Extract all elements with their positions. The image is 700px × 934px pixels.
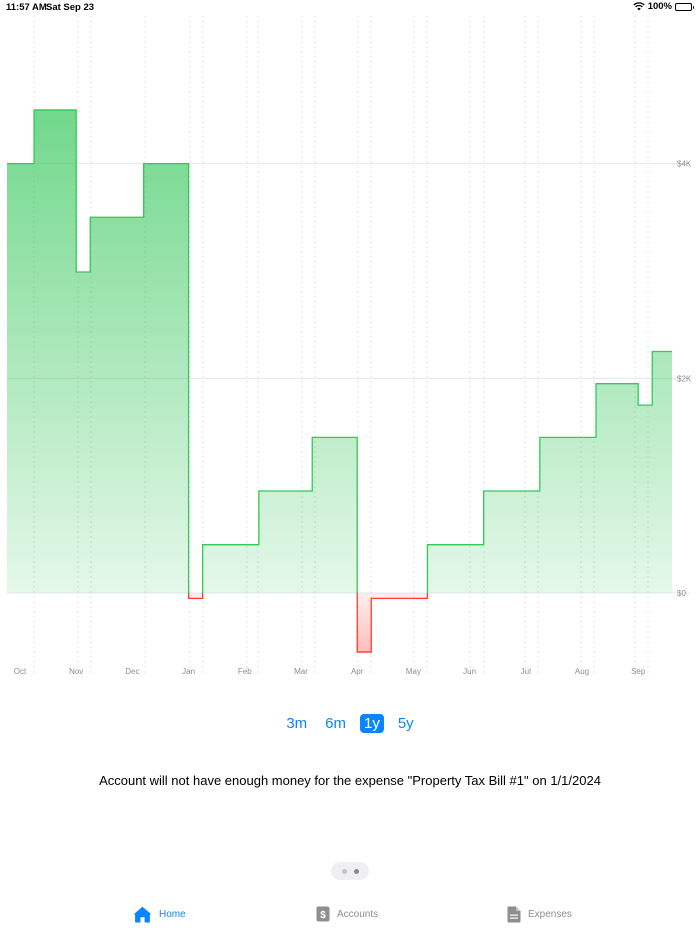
y-axis-labels: $4K $2K $0 — [677, 160, 692, 598]
x-tick-label: Feb — [238, 667, 252, 676]
balance-chart: $4K $2K $0 Oct Nov Dec Jan Feb Mar Apr May Jun Jul A… — [7, 16, 692, 676]
tab-accounts-label: Accounts — [337, 908, 379, 920]
tab-home-label: Home — [159, 909, 186, 920]
tab-bar: Home $ Accounts Expenses — [0, 900, 700, 934]
range-picker: 3m 6m 1y 5y — [0, 714, 700, 733]
y-tick-label: $4K — [677, 160, 692, 169]
tab-expenses[interactable]: Expenses — [507, 906, 572, 923]
tab-expenses-label: Expenses — [528, 909, 572, 920]
x-tick-label: Jan — [182, 667, 195, 676]
range-option-5y[interactable]: 5y — [394, 714, 418, 733]
house-icon — [133, 906, 152, 923]
y-tick-label: $2K — [677, 374, 692, 383]
x-tick-label: Jun — [463, 667, 476, 676]
page-dot-2 — [353, 868, 359, 874]
x-axis-labels: Oct Nov Dec Jan Feb Mar Apr May Jun Jul Aug Sep — [14, 667, 646, 676]
tab-home[interactable]: Home — [133, 906, 186, 923]
x-tick-label: Apr — [351, 667, 364, 676]
x-tick-label: Nov — [69, 667, 83, 676]
x-tick-label: Sep — [631, 667, 646, 676]
range-option-1y[interactable]: 1y — [360, 714, 384, 733]
page-indicator[interactable] — [331, 862, 369, 880]
x-tick-label: May — [406, 667, 421, 676]
x-tick-label: Dec — [125, 667, 139, 676]
range-option-6m[interactable]: 6m — [321, 714, 350, 733]
y-tick-label: $0 — [677, 589, 686, 598]
tab-accounts[interactable]: $ Accounts — [316, 906, 378, 922]
chart-areas — [7, 109, 672, 653]
svg-text:$: $ — [320, 910, 326, 921]
range-option-3m[interactable]: 3m — [282, 714, 311, 733]
x-tick-label: Oct — [14, 667, 27, 676]
doc-icon — [507, 906, 521, 923]
insufficient-funds-warning: Account will not have enough money for t… — [99, 773, 601, 788]
dollar-doc-icon: $ — [316, 906, 330, 922]
x-tick-label: Jul — [521, 667, 531, 676]
positive-area — [7, 109, 672, 593]
x-tick-label: Mar — [294, 667, 308, 676]
x-tick-label: Aug — [575, 667, 589, 676]
page-dot-1 — [341, 868, 347, 874]
